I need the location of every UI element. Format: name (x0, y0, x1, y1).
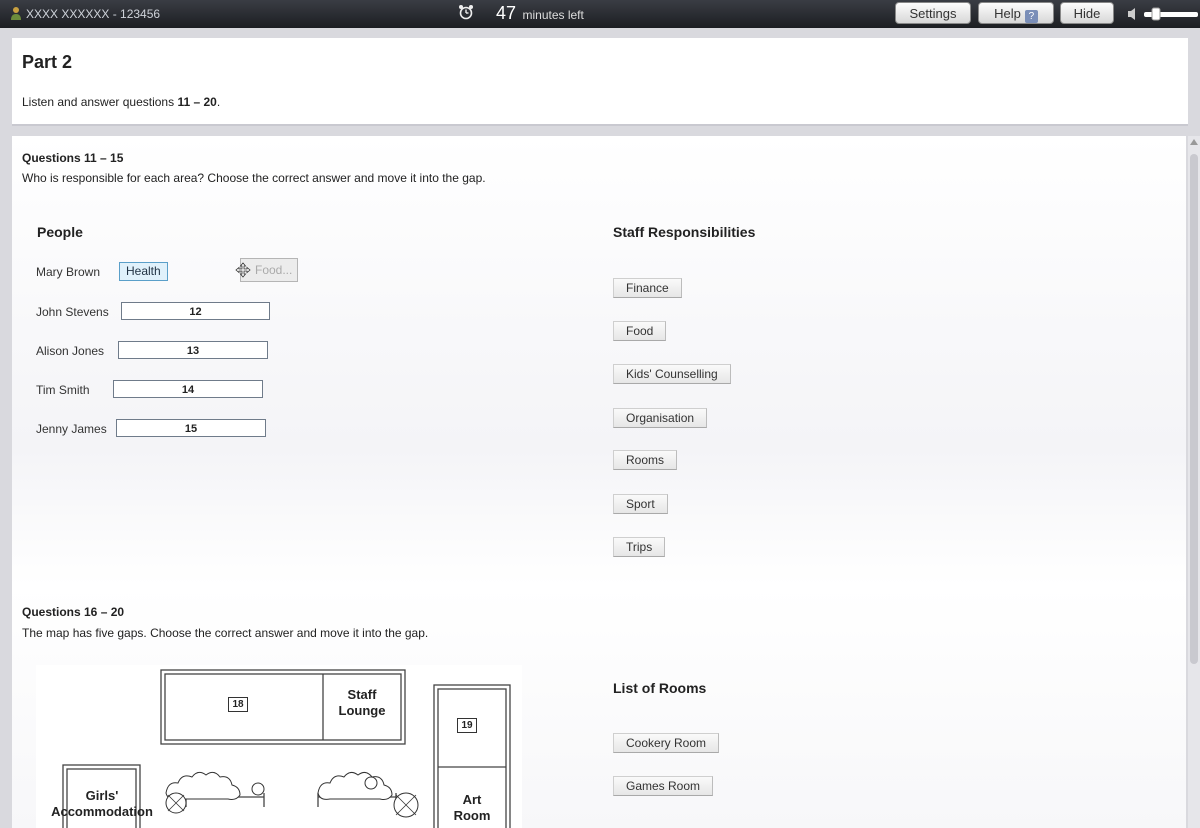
person-name: Mary Brown (36, 265, 101, 279)
option-chip[interactable]: Rooms (613, 450, 678, 470)
option-chip[interactable]: Sport (613, 494, 668, 514)
instruction-prefix: Listen and answer questions (22, 95, 178, 109)
volume-slider[interactable] (1128, 6, 1198, 22)
speaker-icon (1128, 8, 1135, 20)
option-chip[interactable]: Kids' Counselling (613, 364, 731, 384)
map-gap-18[interactable]: 18 (228, 697, 248, 712)
person-name: Tim Smith (36, 383, 90, 397)
help-button[interactable]: Help? (978, 2, 1054, 24)
part-instruction: Listen and answer questions 11 – 20. (22, 95, 220, 109)
map-gap-19[interactable]: 19 (457, 718, 477, 733)
timer-suffix: minutes left (522, 8, 584, 22)
dragging-label: Food... (255, 263, 293, 277)
questions-16-20-heading: Questions 16 – 20 (22, 605, 125, 619)
person-name: Jenny James (36, 422, 107, 436)
school-map: 18 Staff Lounge 19 Girls' Accommodation … (36, 665, 522, 828)
instruction-suffix: . (216, 95, 221, 109)
page-title: Part 2 (22, 52, 73, 72)
instruction-range: 11 – 20 (177, 95, 217, 109)
hide-button[interactable]: Hide (1060, 2, 1114, 24)
room-option-chip[interactable]: Games Room (613, 776, 714, 796)
option-chip[interactable]: Trips (613, 537, 666, 557)
option-chip[interactable]: Organisation (613, 408, 708, 428)
person-icon (11, 7, 21, 20)
answer-chip[interactable]: Health (119, 262, 168, 281)
scroll-up-icon[interactable] (1190, 139, 1198, 145)
girls-accommodation-label: Girls' Accommodation (51, 788, 153, 819)
staff-lounge-label: Staff Lounge (338, 687, 386, 718)
settings-label: Settings (909, 6, 957, 21)
person-name: John Stevens (36, 305, 109, 319)
answer-gap[interactable]: 14 (113, 380, 263, 398)
alarm-clock-icon (459, 5, 473, 20)
dragging-answer[interactable]: Food... (235, 258, 298, 282)
scrollbar-thumb[interactable] (1190, 154, 1198, 664)
person-name: Alison Jones (36, 344, 105, 358)
candidate-info: XXXX XXXXXX - 123456 (10, 6, 160, 21)
room-option-chip[interactable]: Cookery Room (613, 733, 720, 753)
questions-16-20-instruction: The map has five gaps. Choose the correc… (22, 626, 429, 640)
top-bar: XXXX XXXXXX - 123456 47 minutes left Set… (0, 0, 1200, 28)
people-title: People (37, 224, 83, 240)
hide-label: Hide (1073, 6, 1101, 21)
part-header: Part 2 Listen and answer questions 11 – … (12, 38, 1188, 126)
answer-gap[interactable]: 15 (116, 419, 266, 437)
candidate-label: XXXX XXXXXX - 123456 (26, 7, 161, 21)
questions-11-15-instruction: Who is responsible for each area? Choose… (22, 171, 486, 185)
help-label: Help (994, 6, 1021, 21)
settings-button[interactable]: Settings (895, 2, 971, 24)
option-chip[interactable]: Food (613, 321, 667, 341)
option-chip[interactable]: Finance (613, 278, 682, 298)
help-icon: ? (1024, 10, 1038, 23)
questions-11-15-heading: Questions 11 – 15 (22, 151, 124, 165)
timer: 47 minutes left (458, 3, 584, 24)
answer-gap[interactable]: 13 (118, 341, 268, 359)
staff-responsibilities-title: Staff Responsibilities (613, 224, 756, 240)
scrollbar[interactable] (1188, 136, 1200, 828)
move-cursor-icon (235, 262, 251, 278)
list-of-rooms-title: List of Rooms (613, 680, 707, 696)
timer-minutes: 47 (496, 3, 517, 23)
answer-gap[interactable]: 12 (121, 302, 270, 320)
art-room-label: Art Room (453, 792, 491, 823)
